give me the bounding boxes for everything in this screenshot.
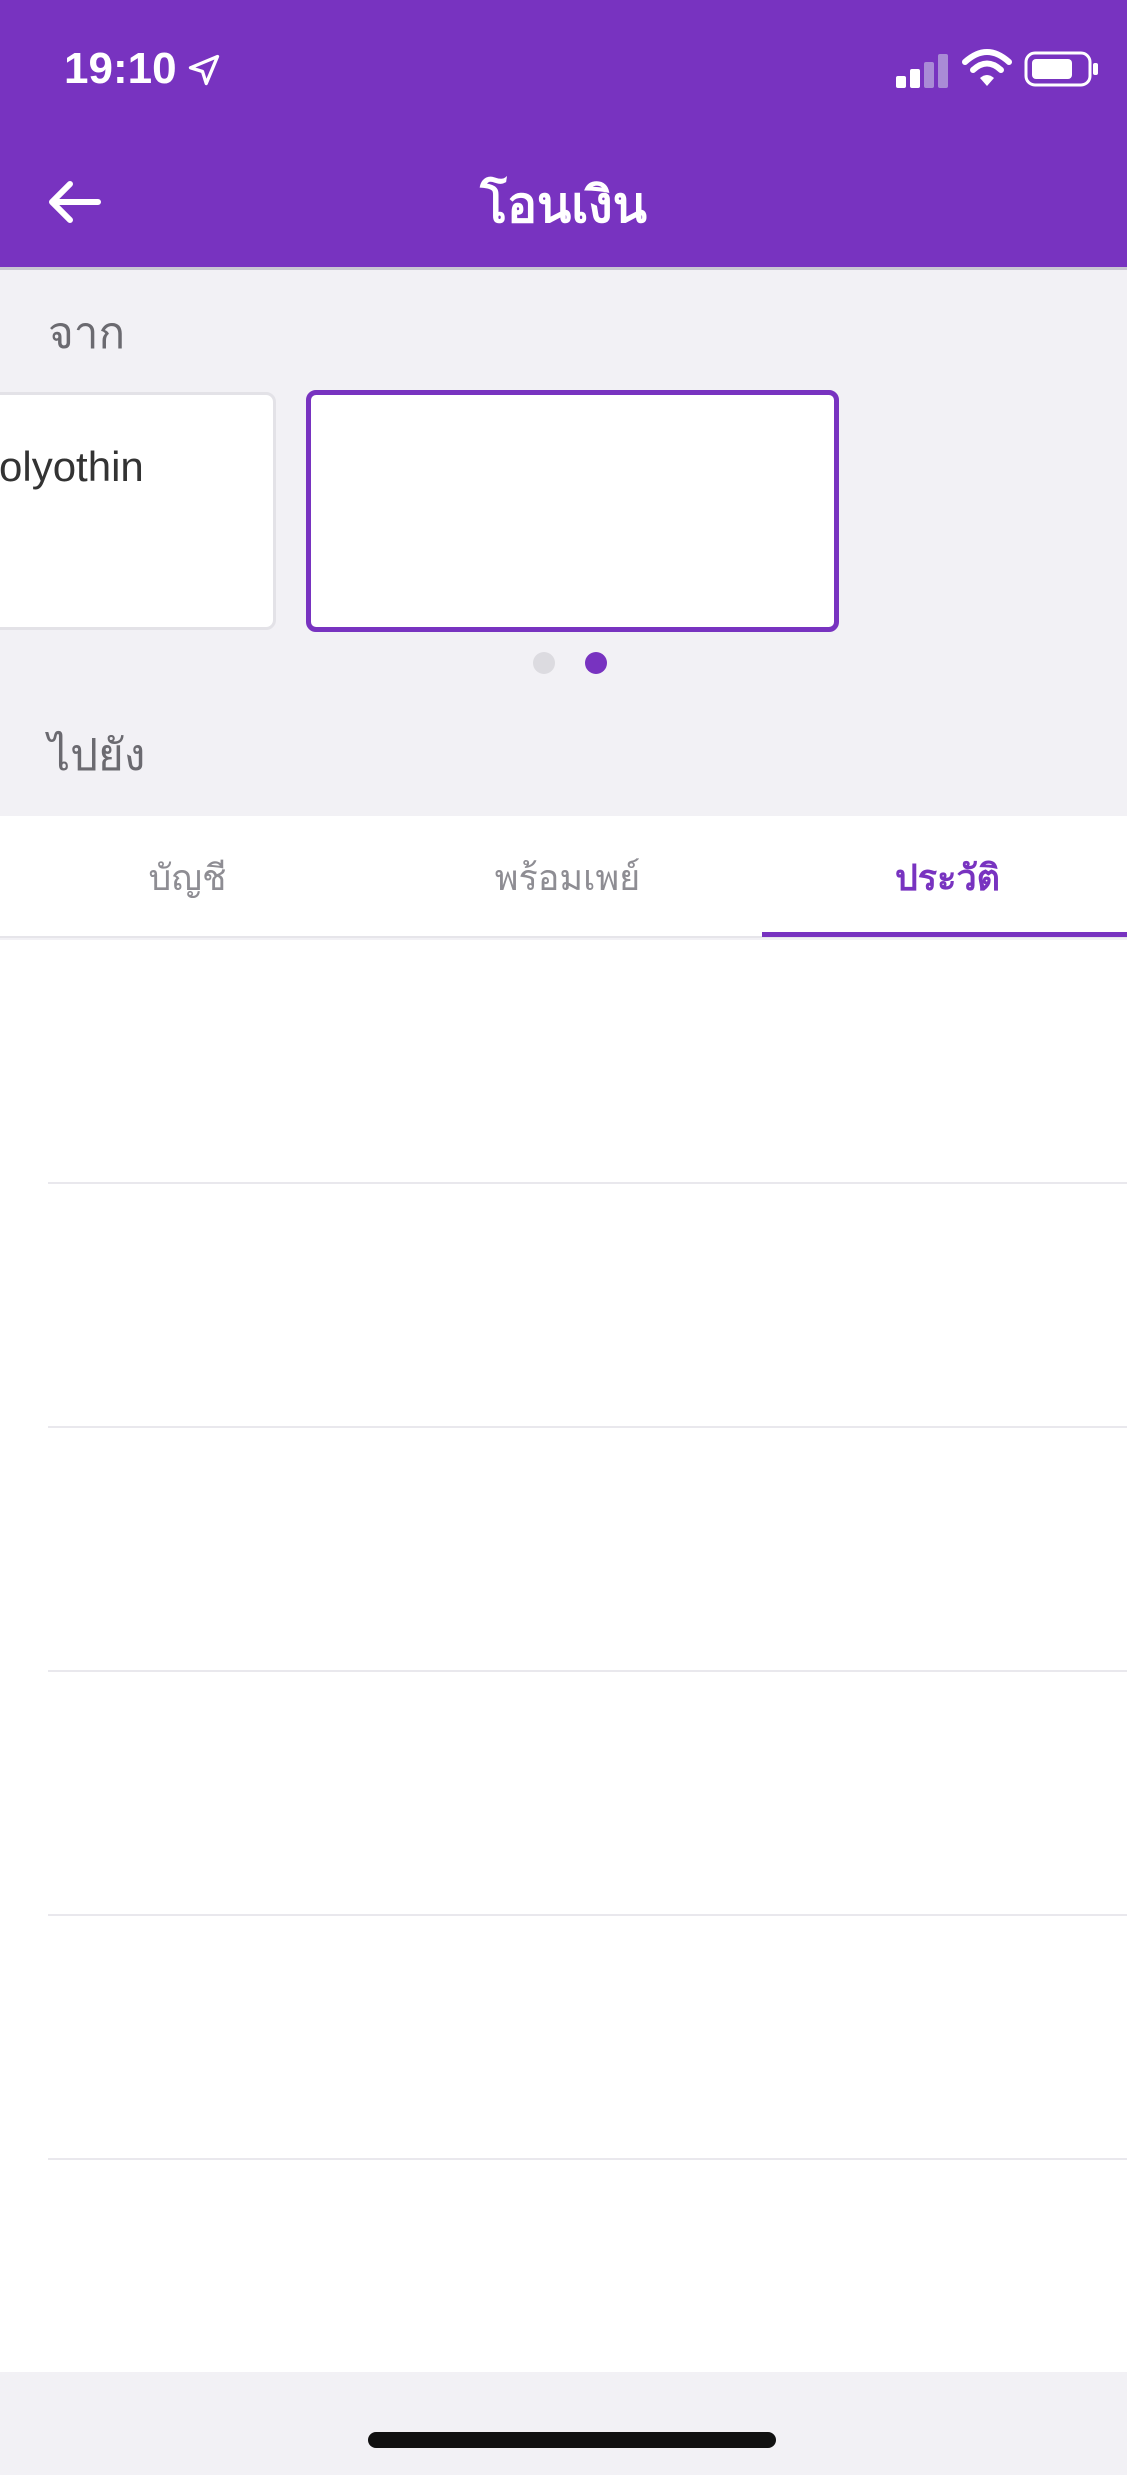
tab-account[interactable]: บัญชี bbox=[0, 816, 375, 938]
account-card[interactable]: olyothin bbox=[0, 392, 276, 630]
list-item[interactable] bbox=[0, 1916, 1127, 2160]
list-item[interactable] bbox=[0, 1184, 1127, 1428]
destination-tabs: บัญชี พร้อมเพย์ ประวัติ bbox=[0, 816, 1127, 938]
page-title: โอนเงิน bbox=[480, 176, 647, 234]
history-list bbox=[0, 940, 1127, 2372]
cellular-signal-icon bbox=[896, 54, 948, 88]
wifi-icon bbox=[962, 49, 1012, 86]
account-card-selected[interactable] bbox=[306, 390, 839, 632]
location-arrow-icon bbox=[188, 54, 220, 86]
page-dot bbox=[533, 652, 555, 674]
from-label: จาก bbox=[48, 308, 126, 359]
list-item[interactable] bbox=[0, 940, 1127, 1184]
carousel-page-indicator bbox=[533, 652, 633, 676]
active-tab-indicator bbox=[762, 932, 1127, 937]
app-header: 19:10 โอนเงิน bbox=[0, 0, 1127, 270]
tab-promptpay[interactable]: พร้อมเพย์ bbox=[380, 816, 755, 938]
home-indicator bbox=[368, 2432, 776, 2448]
transfer-screen: 19:10 โอนเงิน จาก olyothin ไปยัง บัญชี พ… bbox=[0, 0, 1127, 2475]
status-time: 19:10 bbox=[64, 44, 177, 93]
tab-history[interactable]: ประวัติ bbox=[760, 816, 1127, 938]
status-bar: 19:10 bbox=[0, 0, 1127, 140]
list-item[interactable] bbox=[0, 1672, 1127, 1916]
page-dot-active bbox=[585, 652, 607, 674]
divider bbox=[48, 2158, 1127, 2160]
account-card-name: olyothin bbox=[0, 443, 144, 490]
list-item[interactable] bbox=[0, 1428, 1127, 1672]
battery-icon bbox=[1024, 51, 1098, 87]
to-label: ไปยัง bbox=[48, 730, 146, 781]
